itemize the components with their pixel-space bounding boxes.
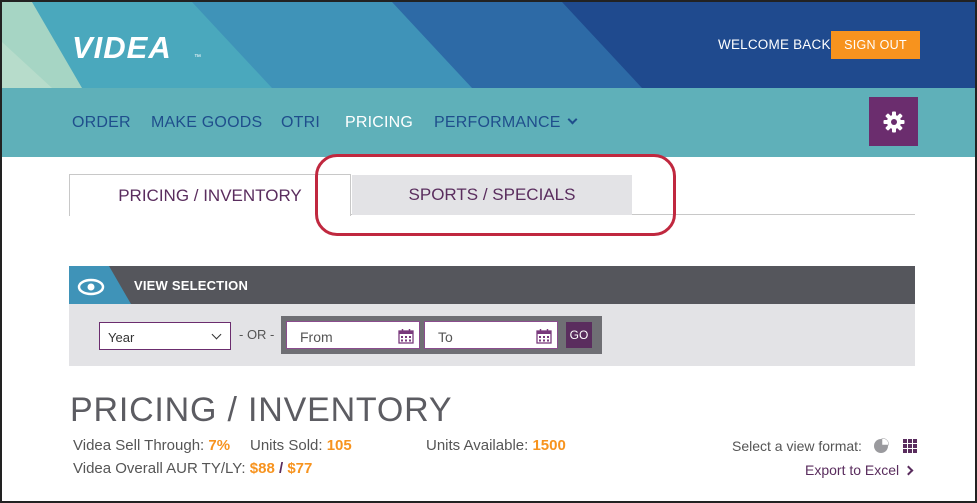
from-date-input[interactable]: From — [286, 321, 420, 349]
units-available-label: Units Available: — [426, 437, 529, 454]
chevron-down-icon — [211, 329, 222, 340]
calendar-icon[interactable] — [536, 328, 552, 344]
welcome-text: WELCOME BACK — [718, 37, 831, 52]
main-nav: ORDER MAKE GOODS OTRI PRICING PERFORMANC… — [2, 88, 975, 157]
sell-through-stat: Videa Sell Through: 7% — [73, 437, 230, 454]
tab-pricing-inventory[interactable]: PRICING / INVENTORY — [69, 174, 351, 216]
view-format-label: Select a view format: — [732, 438, 862, 454]
sell-through-label: Videa Sell Through: — [73, 437, 205, 454]
period-select[interactable]: Year — [99, 322, 231, 350]
nav-item-order[interactable]: ORDER — [72, 114, 131, 132]
nav-item-pricing[interactable]: PRICING — [345, 114, 413, 132]
eye-icon — [69, 266, 131, 304]
sell-through-value: 7% — [208, 437, 231, 454]
date-range-group: From To GO — [281, 316, 602, 354]
pie-chart-icon[interactable] — [873, 438, 889, 454]
to-date-input[interactable]: To — [424, 321, 558, 349]
aur-label: Videa Overall AUR TY/LY: — [73, 460, 246, 477]
page-title: PRICING / INVENTORY — [70, 391, 453, 429]
settings-button[interactable] — [869, 97, 918, 146]
from-date-placeholder: From — [300, 329, 333, 345]
view-selection-panel: Year - OR - From To GO — [69, 304, 915, 366]
units-available-value: 1500 — [532, 437, 566, 454]
nav-item-otri[interactable]: OTRI — [281, 114, 320, 132]
or-separator: - OR - — [239, 327, 275, 342]
to-date-placeholder: To — [438, 329, 453, 345]
units-available-stat: Units Available: 1500 — [426, 437, 566, 454]
aur-ty-value: $88 — [249, 460, 275, 477]
units-sold-stat: Units Sold: 105 — [250, 437, 352, 454]
aur-separator: / — [278, 460, 284, 477]
logo-trademark: ™ — [194, 54, 201, 61]
grid-icon[interactable] — [903, 439, 917, 453]
aur-stat: Videa Overall AUR TY/LY: $88 / $77 — [73, 460, 312, 477]
units-sold-value: 105 — [326, 437, 352, 454]
period-select-value: Year — [108, 330, 135, 345]
export-to-excel-link[interactable]: Export to Excel — [805, 462, 914, 478]
aur-ly-value: $77 — [287, 460, 313, 477]
calendar-icon[interactable] — [398, 328, 414, 344]
nav-item-performance[interactable]: PERFORMANCE — [434, 114, 578, 132]
go-button[interactable]: GO — [566, 322, 592, 348]
sign-out-button[interactable]: SIGN OUT — [831, 31, 920, 59]
export-label: Export to Excel — [805, 462, 900, 478]
view-selection-header: VIEW SELECTION — [69, 266, 915, 304]
view-selection-title: VIEW SELECTION — [134, 278, 249, 293]
nav-item-make-goods[interactable]: MAKE GOODS — [151, 114, 262, 132]
videa-logo[interactable]: VIDEA — [72, 30, 172, 66]
chevron-right-icon — [903, 465, 914, 476]
gear-icon — [883, 111, 904, 132]
nav-item-performance-label: PERFORMANCE — [434, 114, 561, 131]
header-banner: VIDEA ™ WELCOME BACK SIGN OUT — [2, 2, 975, 88]
chevron-down-icon — [567, 114, 578, 125]
units-sold-label: Units Sold: — [250, 437, 323, 454]
highlight-annotation — [315, 154, 676, 236]
